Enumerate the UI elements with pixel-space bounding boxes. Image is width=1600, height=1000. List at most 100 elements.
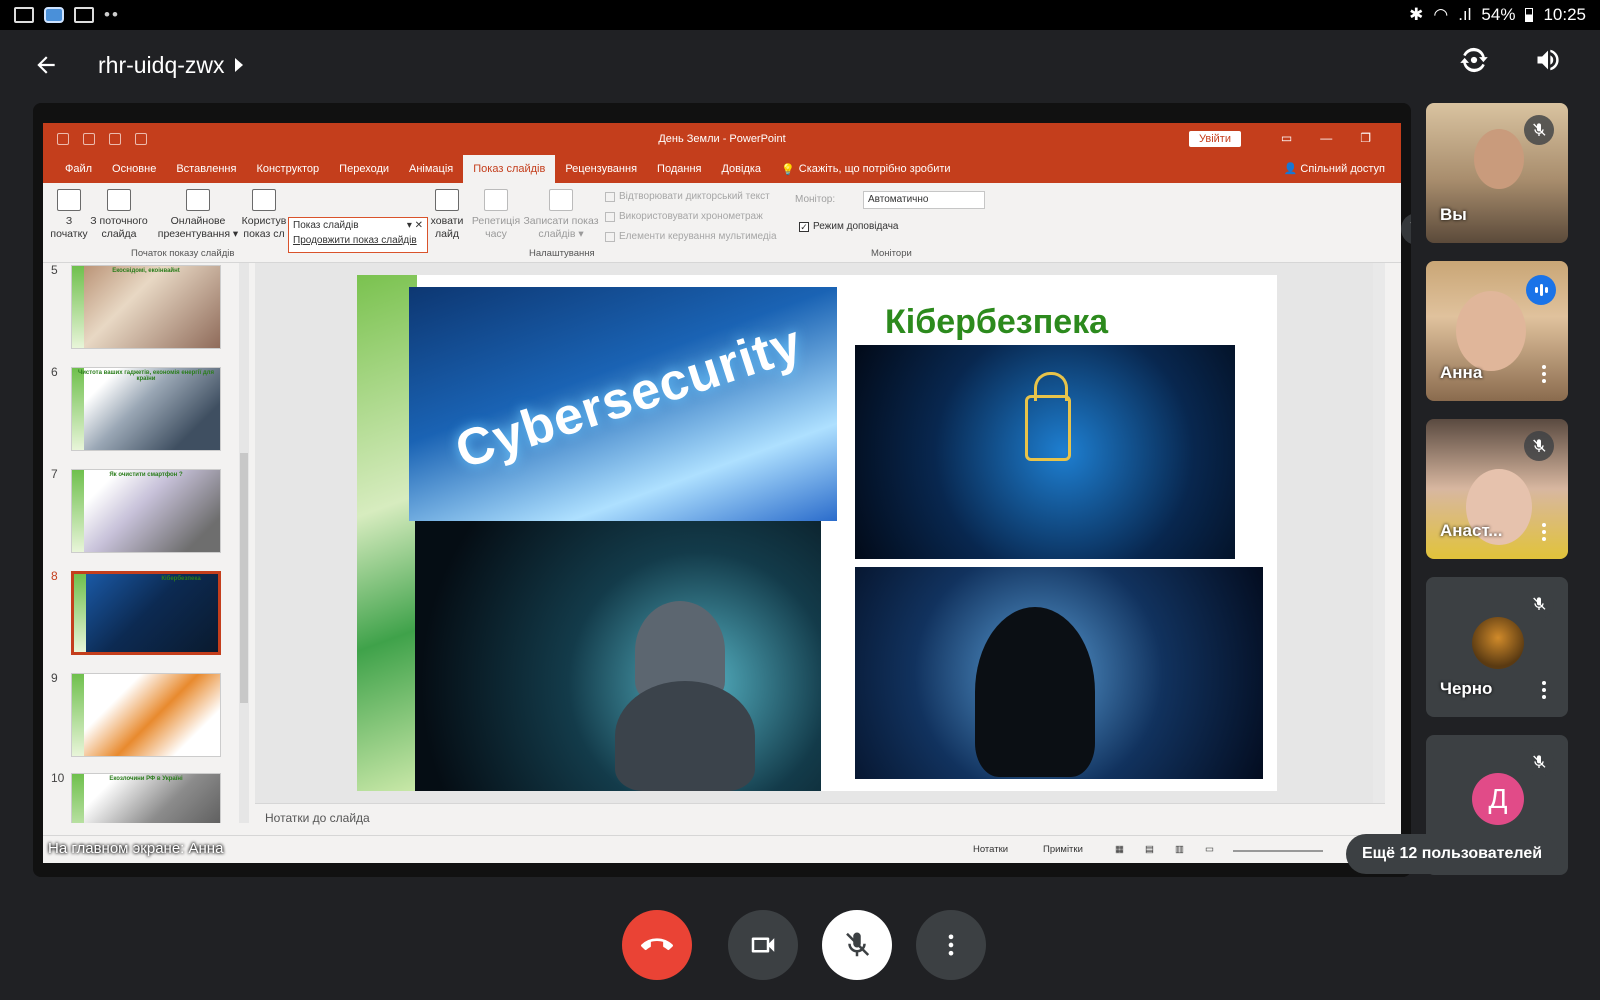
slideshow-dropdown-popup[interactable]: Показ слайдів ▾ ✕ Продовжити показ слайді… — [288, 217, 428, 253]
from-beginning-button[interactable]: З початку — [47, 189, 91, 241]
participant-tile-anastasia[interactable]: Анаст... — [1426, 419, 1568, 559]
thumbnail-image[interactable]: Кібербезпека — [71, 571, 221, 655]
audio-output-button[interactable] — [1526, 38, 1570, 82]
participant-tile-cherno[interactable]: Черно — [1426, 577, 1568, 717]
hooded-silhouette — [975, 607, 1095, 777]
app-notification-icon — [44, 7, 64, 23]
from-current-button[interactable]: З поточного слайда — [87, 189, 151, 241]
thumbnail-slide-5[interactable]: 5 Екосвідомі, екоінвайнt — [43, 263, 243, 351]
thumbnail-image[interactable]: Як очистити смартфон ? — [71, 469, 221, 553]
media-label: Елементи керування мультимедіа — [619, 231, 777, 242]
tab-review[interactable]: Рецензування — [555, 155, 647, 183]
meeting-code[interactable]: rhr-uidq-zwx — [98, 52, 225, 79]
notes-pane[interactable]: Нотатки до слайда — [255, 803, 1385, 833]
tab-file[interactable]: Файл — [55, 155, 102, 183]
switch-camera-button[interactable] — [1452, 38, 1496, 82]
clock: 10:25 — [1543, 5, 1586, 24]
popup-item1-label: Показ слайдів — [293, 220, 359, 231]
online-label-1: Онлайнове — [170, 215, 226, 227]
thumbnail-number: 7 — [51, 467, 58, 481]
shared-screen[interactable]: День Земли - PowerPoint Увійти ▭ — ❐ Фай… — [33, 103, 1411, 877]
share-label: Спільний доступ — [1300, 163, 1385, 175]
signin-button[interactable]: Увійти — [1189, 131, 1241, 147]
thumbnail-slide-7[interactable]: 7 Як очистити смартфон ? — [43, 467, 243, 555]
thumbnail-title: Кібербезпека — [161, 576, 201, 582]
more-participants-chip[interactable]: Ещё 12 пользователей — [1346, 834, 1559, 874]
thumbnail-slide-6[interactable]: 6 Чистота ваших гаджетів, економія енерг… — [43, 365, 243, 453]
popup-item-slideshow[interactable]: Показ слайдів ▾ ✕ — [289, 218, 427, 233]
more-options-icon[interactable] — [1542, 365, 1546, 383]
participant-face — [1456, 291, 1526, 371]
thumbnail-slide-9[interactable]: 9 — [43, 671, 243, 759]
normal-view-icon[interactable]: ▦ — [1115, 844, 1124, 855]
reading-view-icon[interactable]: ▥ — [1175, 844, 1184, 855]
tell-me-label: Скажіть, що потрібно зробити — [798, 163, 951, 175]
ribbon-slideshow: З початку З поточного слайда Онлайнове п… — [43, 183, 1401, 263]
current-slide[interactable]: Cybersecurity Кібербезпека — [357, 275, 1277, 791]
camera-toggle-button[interactable] — [728, 910, 798, 980]
tab-design[interactable]: Конструктор — [246, 155, 329, 183]
tab-view[interactable]: Подання — [647, 155, 711, 183]
zoom-slider[interactable] — [1233, 850, 1323, 852]
caret-right-icon[interactable] — [234, 58, 243, 72]
microphone-toggle-button[interactable] — [822, 910, 892, 980]
minimize-icon[interactable]: — — [1320, 131, 1332, 145]
scroll-thumb[interactable] — [240, 453, 248, 703]
participant-name: Вы — [1440, 205, 1467, 224]
popup-item-continue[interactable]: Продовжити показ слайдів — [289, 233, 427, 248]
tab-animations[interactable]: Анімація — [399, 155, 463, 183]
ribbon-display-icon[interactable]: ▭ — [1281, 131, 1292, 145]
record-show-button[interactable]: Записати показ слайдів ▾ — [521, 189, 601, 241]
slide-editor[interactable]: Cybersecurity Кібербезпека — [255, 263, 1385, 803]
more-options-icon[interactable] — [1542, 681, 1546, 699]
more-options-button[interactable] — [916, 910, 986, 980]
thumbnail-slide-10[interactable]: 10 Екозлочини РФ в Україні — [43, 771, 243, 823]
tab-slideshow[interactable]: Показ слайдів — [463, 155, 556, 183]
online-present-button[interactable]: Онлайнове презентування ▾ — [155, 189, 241, 241]
speaking-indicator — [1526, 275, 1556, 305]
slide-scrollbar[interactable] — [1373, 263, 1385, 803]
slide-sorter-icon[interactable]: ▤ — [1145, 844, 1154, 855]
rehearse-timings-button[interactable]: Репетиція часу — [469, 189, 523, 241]
tab-home[interactable]: Основне — [102, 155, 166, 183]
custom-show-button[interactable]: Користув показ сл — [239, 189, 289, 241]
thumbnail-number: 6 — [51, 365, 58, 379]
tab-insert[interactable]: Вставлення — [166, 155, 246, 183]
timings-checkbox[interactable]: Використовувати хронометраж — [605, 211, 763, 222]
back-button[interactable] — [16, 35, 76, 95]
from-beginning-label-2: початку — [50, 228, 88, 240]
narration-checkbox[interactable]: Відтворювати дикторський текст — [605, 191, 770, 202]
more-options-icon[interactable] — [1542, 523, 1546, 541]
presenter-view-checkbox[interactable]: ✓ Режим доповідача — [799, 221, 898, 232]
group-monitors-label: Монітори — [871, 248, 912, 259]
record-icon — [549, 189, 573, 211]
end-call-button[interactable] — [622, 910, 692, 980]
thumbnail-image[interactable]: Екосвідомі, екоінвайнt — [71, 265, 221, 349]
close-icon[interactable]: ▾ ✕ — [407, 220, 423, 231]
comments-toggle[interactable]: Примітки — [1043, 844, 1083, 855]
media-controls-checkbox[interactable]: Елементи керування мультимедіа — [605, 231, 777, 242]
thumbnails-scrollbar[interactable] — [239, 263, 249, 823]
person-icon: 👤 — [1283, 163, 1301, 175]
globe-present-icon — [186, 189, 210, 211]
restore-icon[interactable]: ❐ — [1360, 131, 1371, 145]
thumbnail-accent — [72, 266, 84, 348]
participant-tile-anna[interactable]: Анна — [1426, 261, 1568, 401]
thumbnail-slide-8-selected[interactable]: 8 Кібербезпека — [43, 569, 243, 657]
thumbnail-image[interactable]: Екозлочини РФ в Україні — [71, 773, 221, 823]
participant-tile-self[interactable]: Вы — [1426, 103, 1568, 243]
notes-toggle[interactable]: Нотатки — [973, 844, 1008, 855]
slideshow-view-icon[interactable]: ▭ — [1205, 844, 1214, 855]
share-button[interactable]: 👤 Спільний доступ — [1284, 162, 1385, 175]
tab-transitions[interactable]: Переходи — [329, 155, 399, 183]
presenter-mic-off-indicator — [1401, 213, 1411, 245]
battery-percent: 54% — [1481, 5, 1516, 24]
ppt-status-bar: Нотатки Примітки ▦ ▤ ▥ ▭ — [43, 835, 1401, 863]
monitor-select[interactable]: Автоматично — [863, 191, 985, 209]
dissolving-hacker-image — [855, 567, 1263, 779]
thumbnail-image[interactable] — [71, 673, 221, 757]
thumbnail-image[interactable]: Чистота ваших гаджетів, економія енергії… — [71, 367, 221, 451]
tab-help[interactable]: Довідка — [711, 155, 771, 183]
hide-slide-button[interactable]: ховати лайд — [427, 189, 467, 241]
tell-me-search[interactable]: 💡 Скажіть, що потрібно зробити — [771, 155, 961, 183]
